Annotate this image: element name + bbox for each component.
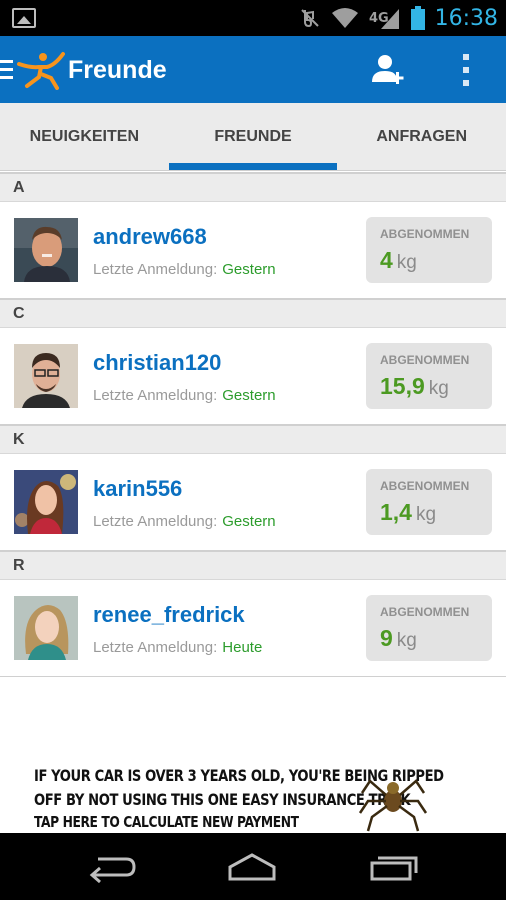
navigation-bar xyxy=(0,833,506,900)
mute-icon xyxy=(299,7,321,29)
tab-neuigkeiten[interactable]: NEUIGKEITEN xyxy=(0,103,169,170)
weight-lost-badge: ABGENOMMEN 4 kg xyxy=(366,217,492,283)
weight-lost-label: ABGENOMMEN xyxy=(380,227,470,241)
section-header: K xyxy=(0,424,506,454)
ad-banner[interactable]: IF YOUR CAR IS OVER 3 YEARS OLD, YOU'RE … xyxy=(28,763,478,833)
weight-lost-number: 15,9 xyxy=(380,373,425,399)
weight-unit: kg xyxy=(396,252,417,273)
weight-lost-badge: ABGENOMMEN 9 kg xyxy=(366,595,492,661)
section-header: C xyxy=(0,298,506,328)
weight-lost-number: 4 xyxy=(380,247,393,273)
recents-icon[interactable] xyxy=(366,851,422,883)
weight-unit: kg xyxy=(415,504,437,525)
last-login: Letzte Anmeldung: Gestern xyxy=(93,261,276,278)
back-icon[interactable] xyxy=(84,851,140,884)
friend-name[interactable]: karin556 xyxy=(93,476,182,502)
avatar xyxy=(14,344,78,408)
last-login: Letzte Anmeldung: Gestern xyxy=(93,513,276,530)
weight-lost-badge: ABGENOMMEN 15,9 kg xyxy=(366,343,492,409)
weight-unit: kg xyxy=(396,630,417,651)
friend-row[interactable]: christian120 Letzte Anmeldung: Gestern AB… xyxy=(0,328,506,424)
weight-lost-label: ABGENOMMEN xyxy=(380,605,470,619)
section-header: R xyxy=(0,550,506,580)
weight-lost-value: 1,4 kg xyxy=(380,499,436,526)
action-bar: Freunde xyxy=(0,36,506,103)
last-login-label: Letzte Anmeldung: xyxy=(93,639,218,656)
logo-icon[interactable] xyxy=(17,50,65,90)
last-login-value: Gestern xyxy=(222,513,276,530)
friend-name[interactable]: andrew668 xyxy=(93,224,207,250)
menu-icon[interactable] xyxy=(0,60,13,80)
spider-icon xyxy=(358,763,428,833)
avatar xyxy=(14,470,78,534)
battery-icon xyxy=(410,6,425,30)
last-login-value: Heute xyxy=(222,639,263,656)
friend-row[interactable]: andrew668 Letzte Anmeldung: Gestern ABGEN… xyxy=(0,202,506,298)
network-icon: 4G xyxy=(369,7,401,29)
weight-lost-value: 15,9 kg xyxy=(380,373,449,400)
weight-unit: kg xyxy=(428,378,449,399)
last-login: Letzte Anmeldung: Gestern xyxy=(93,387,276,404)
status-bar: 4G 16:38 xyxy=(0,0,506,36)
ad-line-2: OFF BY NOT USING THIS ONE EASY INSURANCE… xyxy=(34,790,411,809)
weight-lost-value: 4 kg xyxy=(380,247,417,274)
last-login-label: Letzte Anmeldung: xyxy=(93,387,218,404)
avatar xyxy=(14,596,78,660)
weight-lost-number: 9 xyxy=(380,625,393,651)
last-login-label: Letzte Anmeldung: xyxy=(93,513,218,530)
last-login-label: Letzte Anmeldung: xyxy=(93,261,218,278)
weight-lost-value: 9 kg xyxy=(380,625,417,652)
weight-lost-label: ABGENOMMEN xyxy=(380,479,470,493)
weight-lost-badge: ABGENOMMEN 1,4 kg xyxy=(366,469,492,535)
section-header: A xyxy=(0,172,506,202)
tab-freunde[interactable]: FREUNDE xyxy=(168,103,338,170)
app-title: Freunde xyxy=(68,56,167,84)
last-login-value: Gestern xyxy=(222,261,276,278)
overflow-menu-icon[interactable] xyxy=(460,54,472,86)
add-friend-icon[interactable] xyxy=(370,52,406,88)
weight-lost-label: ABGENOMMEN xyxy=(380,353,470,367)
friend-row[interactable]: karin556 Letzte Anmeldung: Gestern ABGENO… xyxy=(0,454,506,550)
ad-line-3: TAP HERE TO CALCULATE NEW PAYMENT xyxy=(34,813,299,831)
friend-name[interactable]: christian120 xyxy=(93,350,221,376)
last-login: Letzte Anmeldung: Heute xyxy=(93,639,262,656)
avatar xyxy=(14,218,78,282)
status-time: 16:38 xyxy=(434,5,498,31)
tab-anfragen[interactable]: ANFRAGEN xyxy=(337,103,506,170)
weight-lost-number: 1,4 xyxy=(380,499,412,525)
friend-list: A andrew668 Letzte Anmeldung: Gestern ABG… xyxy=(0,172,506,677)
home-icon[interactable] xyxy=(224,851,280,883)
gallery-icon xyxy=(12,8,36,28)
friend-row[interactable]: renee_fredrick Letzte Anmeldung: Heute AB… xyxy=(0,580,506,676)
friend-name[interactable]: renee_fredrick xyxy=(93,602,245,628)
last-login-value: Gestern xyxy=(222,387,276,404)
wifi-icon xyxy=(331,7,359,29)
tab-bar: NEUIGKEITEN FREUNDE ANFRAGEN xyxy=(0,103,506,171)
